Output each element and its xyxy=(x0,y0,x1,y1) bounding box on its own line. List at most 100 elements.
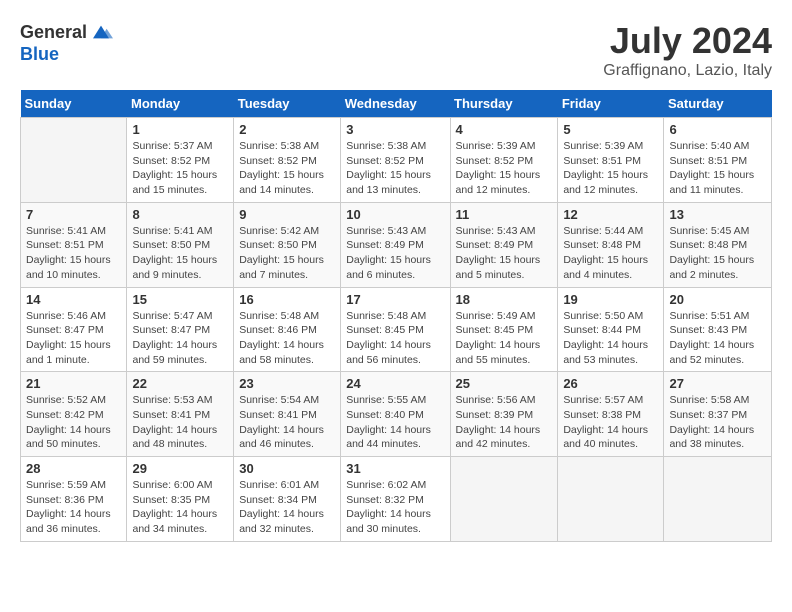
calendar-cell: 29 Sunrise: 6:00 AM Sunset: 8:35 PM Dayli… xyxy=(127,457,234,542)
calendar-cell: 19 Sunrise: 5:50 AM Sunset: 8:44 PM Dayli… xyxy=(558,287,664,372)
day-of-week-header: Thursday xyxy=(450,90,558,118)
calendar-cell: 8 Sunrise: 5:41 AM Sunset: 8:50 PM Daylig… xyxy=(127,202,234,287)
day-info: Sunrise: 5:47 AM Sunset: 8:47 PM Dayligh… xyxy=(132,309,228,368)
calendar-cell: 15 Sunrise: 5:47 AM Sunset: 8:47 PM Dayli… xyxy=(127,287,234,372)
day-info: Sunrise: 5:53 AM Sunset: 8:41 PM Dayligh… xyxy=(132,393,228,452)
day-info: Sunrise: 5:43 AM Sunset: 8:49 PM Dayligh… xyxy=(456,224,553,283)
day-info: Sunrise: 5:50 AM Sunset: 8:44 PM Dayligh… xyxy=(563,309,658,368)
logo-icon xyxy=(89,20,113,44)
day-info: Sunrise: 5:45 AM Sunset: 8:48 PM Dayligh… xyxy=(669,224,766,283)
day-number: 29 xyxy=(132,461,228,476)
day-number: 26 xyxy=(563,376,658,391)
day-info: Sunrise: 5:51 AM Sunset: 8:43 PM Dayligh… xyxy=(669,309,766,368)
day-info: Sunrise: 5:59 AM Sunset: 8:36 PM Dayligh… xyxy=(26,478,121,537)
calendar-cell xyxy=(558,457,664,542)
day-of-week-header: Monday xyxy=(127,90,234,118)
day-number: 8 xyxy=(132,207,228,222)
day-info: Sunrise: 6:02 AM Sunset: 8:32 PM Dayligh… xyxy=(346,478,444,537)
day-number: 3 xyxy=(346,122,444,137)
calendar-week-row: 1 Sunrise: 5:37 AM Sunset: 8:52 PM Daylig… xyxy=(21,118,772,203)
logo-general: General xyxy=(20,22,87,43)
calendar-cell: 6 Sunrise: 5:40 AM Sunset: 8:51 PM Daylig… xyxy=(664,118,772,203)
calendar-cell: 20Sunrise: 5:51 AM Sunset: 8:43 PM Dayli… xyxy=(664,287,772,372)
day-number: 25 xyxy=(456,376,553,391)
calendar-cell xyxy=(664,457,772,542)
calendar-cell: 4Sunrise: 5:39 AM Sunset: 8:52 PM Daylig… xyxy=(450,118,558,203)
day-of-week-header: Sunday xyxy=(21,90,127,118)
calendar-cell: 2 Sunrise: 5:38 AM Sunset: 8:52 PM Daylig… xyxy=(234,118,341,203)
day-number: 12 xyxy=(563,207,658,222)
day-number: 2 xyxy=(239,122,335,137)
logo-blue: Blue xyxy=(20,44,59,64)
calendar-cell: 24Sunrise: 5:55 AM Sunset: 8:40 PM Dayli… xyxy=(341,372,450,457)
day-number: 6 xyxy=(669,122,766,137)
day-info: Sunrise: 5:57 AM Sunset: 8:38 PM Dayligh… xyxy=(563,393,658,452)
logo: General Blue xyxy=(20,20,113,65)
calendar-cell: 7Sunrise: 5:41 AM Sunset: 8:51 PM Daylig… xyxy=(21,202,127,287)
calendar-cell: 22 Sunrise: 5:53 AM Sunset: 8:41 PM Dayli… xyxy=(127,372,234,457)
calendar-cell: 12 Sunrise: 5:44 AM Sunset: 8:48 PM Dayli… xyxy=(558,202,664,287)
day-number: 27 xyxy=(669,376,766,391)
day-number: 14 xyxy=(26,292,121,307)
calendar-cell xyxy=(21,118,127,203)
day-info: Sunrise: 5:40 AM Sunset: 8:51 PM Dayligh… xyxy=(669,139,766,198)
day-number: 15 xyxy=(132,292,228,307)
calendar-cell: 23 Sunrise: 5:54 AM Sunset: 8:41 PM Dayli… xyxy=(234,372,341,457)
day-info: Sunrise: 5:41 AM Sunset: 8:51 PM Dayligh… xyxy=(26,224,121,283)
location-subtitle: Graffignano, Lazio, Italy xyxy=(603,62,772,80)
day-number: 28 xyxy=(26,461,121,476)
day-number: 5 xyxy=(563,122,658,137)
calendar-week-row: 21Sunrise: 5:52 AM Sunset: 8:42 PM Dayli… xyxy=(21,372,772,457)
day-number: 11 xyxy=(456,207,553,222)
day-info: Sunrise: 5:38 AM Sunset: 8:52 PM Dayligh… xyxy=(239,139,335,198)
calendar-cell: 31Sunrise: 6:02 AM Sunset: 8:32 PM Dayli… xyxy=(341,457,450,542)
calendar-table: SundayMondayTuesdayWednesdayThursdayFrid… xyxy=(20,90,772,542)
day-number: 16 xyxy=(239,292,335,307)
calendar-cell: 14 Sunrise: 5:46 AM Sunset: 8:47 PM Dayli… xyxy=(21,287,127,372)
day-info: Sunrise: 6:00 AM Sunset: 8:35 PM Dayligh… xyxy=(132,478,228,537)
day-info: Sunrise: 5:48 AM Sunset: 8:46 PM Dayligh… xyxy=(239,309,335,368)
day-info: Sunrise: 5:56 AM Sunset: 8:39 PM Dayligh… xyxy=(456,393,553,452)
day-info: Sunrise: 6:01 AM Sunset: 8:34 PM Dayligh… xyxy=(239,478,335,537)
calendar-cell: 28 Sunrise: 5:59 AM Sunset: 8:36 PM Dayli… xyxy=(21,457,127,542)
day-info: Sunrise: 5:38 AM Sunset: 8:52 PM Dayligh… xyxy=(346,139,444,198)
day-number: 21 xyxy=(26,376,121,391)
calendar-week-row: 28 Sunrise: 5:59 AM Sunset: 8:36 PM Dayli… xyxy=(21,457,772,542)
calendar-cell: 30 Sunrise: 6:01 AM Sunset: 8:34 PM Dayli… xyxy=(234,457,341,542)
day-info: Sunrise: 5:41 AM Sunset: 8:50 PM Dayligh… xyxy=(132,224,228,283)
day-of-week-header: Tuesday xyxy=(234,90,341,118)
calendar-cell: 9 Sunrise: 5:42 AM Sunset: 8:50 PM Daylig… xyxy=(234,202,341,287)
calendar-cell: 10Sunrise: 5:43 AM Sunset: 8:49 PM Dayli… xyxy=(341,202,450,287)
day-number: 19 xyxy=(563,292,658,307)
day-number: 13 xyxy=(669,207,766,222)
calendar-cell: 27Sunrise: 5:58 AM Sunset: 8:37 PM Dayli… xyxy=(664,372,772,457)
calendar-week-row: 14 Sunrise: 5:46 AM Sunset: 8:47 PM Dayli… xyxy=(21,287,772,372)
day-number: 24 xyxy=(346,376,444,391)
day-info: Sunrise: 5:49 AM Sunset: 8:45 PM Dayligh… xyxy=(456,309,553,368)
day-of-week-header: Wednesday xyxy=(341,90,450,118)
day-number: 1 xyxy=(132,122,228,137)
calendar-cell: 5 Sunrise: 5:39 AM Sunset: 8:51 PM Daylig… xyxy=(558,118,664,203)
day-of-week-header: Saturday xyxy=(664,90,772,118)
day-info: Sunrise: 5:48 AM Sunset: 8:45 PM Dayligh… xyxy=(346,309,444,368)
day-info: Sunrise: 5:42 AM Sunset: 8:50 PM Dayligh… xyxy=(239,224,335,283)
calendar-cell: 16 Sunrise: 5:48 AM Sunset: 8:46 PM Dayli… xyxy=(234,287,341,372)
day-number: 22 xyxy=(132,376,228,391)
day-number: 30 xyxy=(239,461,335,476)
day-info: Sunrise: 5:43 AM Sunset: 8:49 PM Dayligh… xyxy=(346,224,444,283)
day-info: Sunrise: 5:37 AM Sunset: 8:52 PM Dayligh… xyxy=(132,139,228,198)
day-info: Sunrise: 5:46 AM Sunset: 8:47 PM Dayligh… xyxy=(26,309,121,368)
day-info: Sunrise: 5:39 AM Sunset: 8:51 PM Dayligh… xyxy=(563,139,658,198)
calendar-cell: 1 Sunrise: 5:37 AM Sunset: 8:52 PM Daylig… xyxy=(127,118,234,203)
day-number: 18 xyxy=(456,292,553,307)
day-info: Sunrise: 5:54 AM Sunset: 8:41 PM Dayligh… xyxy=(239,393,335,452)
day-number: 9 xyxy=(239,207,335,222)
calendar-cell: 26 Sunrise: 5:57 AM Sunset: 8:38 PM Dayli… xyxy=(558,372,664,457)
calendar-cell: 18 Sunrise: 5:49 AM Sunset: 8:45 PM Dayli… xyxy=(450,287,558,372)
calendar-cell: 17Sunrise: 5:48 AM Sunset: 8:45 PM Dayli… xyxy=(341,287,450,372)
day-number: 23 xyxy=(239,376,335,391)
title-section: July 2024 Graffignano, Lazio, Italy xyxy=(603,20,772,80)
day-of-week-header: Friday xyxy=(558,90,664,118)
day-info: Sunrise: 5:44 AM Sunset: 8:48 PM Dayligh… xyxy=(563,224,658,283)
calendar-header-row: SundayMondayTuesdayWednesdayThursdayFrid… xyxy=(21,90,772,118)
